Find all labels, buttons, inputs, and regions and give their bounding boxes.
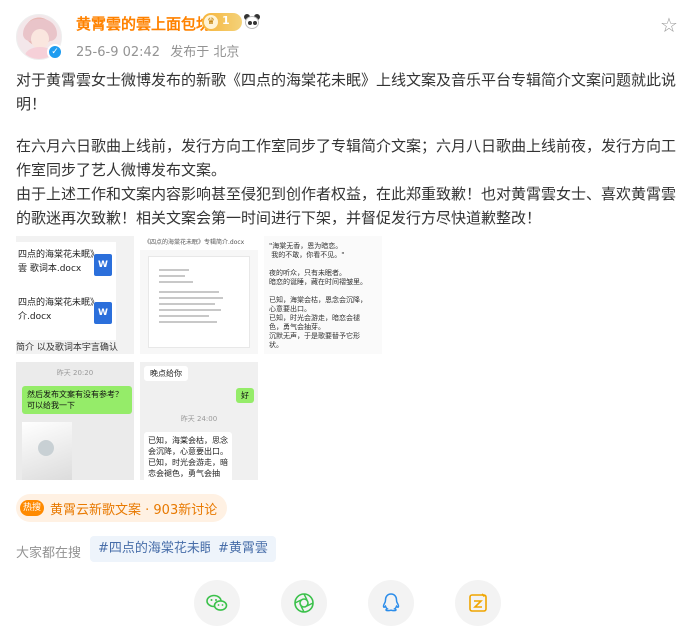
chat-bubble: 晚点给你 — [144, 366, 188, 381]
post-image-3[interactable]: "海棠无香，恩为暗恋。 我的不敢，你看不见。" 夜的听众，只有未眠者。 暗恋的诞… — [264, 236, 382, 354]
doc-title-bar: 《四点的海棠花未眠》专辑简介.docx — [140, 236, 258, 250]
post-image-1[interactable]: 四点的海棠花未眠》 雲 歌词本.docx W 四点的海棠花未眠》 介.docx … — [16, 236, 134, 354]
avatar-face — [31, 29, 49, 49]
favorite-star-icon[interactable]: ☆ — [658, 14, 680, 36]
qzone-icon — [469, 593, 487, 612]
verified-badge-icon: ✓ — [47, 44, 63, 60]
share-wechat-button[interactable] — [194, 580, 240, 626]
hot-search-icon: 热搜 — [20, 500, 44, 516]
post-location: 发布于 北京 — [170, 45, 240, 60]
image-caption: 简介 以及歌词本宇言确认 — [16, 343, 118, 353]
author-name[interactable]: 黄霄雲的雲上面包坊 — [76, 13, 211, 34]
post-meta: 25-6-9 02:42 发布于 北京 — [76, 41, 245, 60]
related-tag[interactable]: #黄霄雲 — [210, 536, 276, 562]
post-paragraph: 对于黄霄雲女士微博发布的新歌《四点的海棠花未眠》上线文案及音乐平台专辑简介文案问… — [16, 71, 677, 113]
related-searches-label: 大家都在搜 — [16, 546, 82, 561]
post-image-2[interactable]: 《四点的海棠花未眠》专辑简介.docx — [140, 236, 258, 354]
post-paragraph: 在六月六日歌曲上线前，发行方向工作室同步了专辑简介文案；六月八日歌曲上线前夜，发… — [16, 137, 677, 179]
moments-icon — [294, 593, 314, 613]
doc-page — [148, 256, 250, 348]
post-image-4[interactable]: 昨天 20:20 然后发布文案有没有参考？可以给我一下 — [16, 362, 134, 480]
share-moments-button[interactable] — [281, 580, 327, 626]
word-doc-icon: W — [94, 302, 112, 324]
post-timestamp: 25-6-9 02:42 — [76, 45, 161, 60]
member-level: 1 — [222, 14, 230, 27]
chat-bubble-reply: 好 — [236, 388, 254, 403]
chat-time: 昨天 24:00 — [180, 415, 218, 423]
doc-title: 四点的海棠花未眠》 — [18, 298, 100, 308]
chat-time: 昨天 20:20 — [56, 369, 94, 377]
panda-badge-icon[interactable] — [243, 13, 261, 31]
word-doc-icon: W — [94, 254, 112, 276]
wechat-icon — [206, 594, 228, 611]
photo-figure — [38, 440, 54, 456]
chat-lyric: 已知，海棠会枯，思念会沉降，心意要出口。 已知，时光会游走，暗恋会褪色，勇气会抽… — [144, 432, 232, 480]
crown-icon: ♛ — [204, 15, 218, 29]
doc-filename: 雲 歌词本.docx — [18, 264, 82, 274]
doc-card: 四点的海棠花未眠》 雲 歌词本.docx W — [16, 242, 116, 292]
share-qzone-button[interactable] — [455, 580, 501, 626]
weibo-post: ✓ 黄霄雲的雲上面包坊 ♛ 1 25-6-9 02:42 发布于 北京 ☆ 对于… — [0, 0, 690, 632]
lyric-text: "海棠无香，恩为暗恋。 我的不敢，你看不见。" 夜的听众，只有未眠者。 暗恋的诞… — [269, 242, 367, 349]
doc-card: 四点的海棠花未眠》 介.docx W — [16, 290, 116, 340]
member-level-badge[interactable]: ♛ 1 — [202, 13, 242, 31]
related-tag[interactable]: #四点的海棠花未眠 — [90, 536, 221, 562]
post-image-5[interactable]: 晚点给你 好 昨天 24:00 已知，海棠会枯，思念会沉降，心意要出口。 已知，… — [140, 362, 258, 480]
hot-topic-pill[interactable]: 热搜 黄霄云新歌文案 · 903新讨论 — [16, 494, 228, 522]
qq-icon — [382, 593, 400, 612]
doc-title: 四点的海棠花未眠》 — [18, 250, 100, 260]
share-qq-button[interactable] — [368, 580, 414, 626]
post-paragraph: 由于上述工作和文案内容影响甚至侵犯到创作者权益，在此郑重致歉！也对黄霄雲女士、喜… — [16, 185, 677, 227]
doc-filename: 介.docx — [18, 312, 52, 322]
hot-topic-text: 黄霄云新歌文案 · 903新讨论 — [50, 502, 218, 518]
chat-bubble: 然后发布文案有没有参考？可以给我一下 — [22, 386, 132, 414]
post-text: 对于黄霄雲女士微博发布的新歌《四点的海棠花未眠》上线文案及音乐平台专辑简介文案问… — [16, 68, 680, 230]
